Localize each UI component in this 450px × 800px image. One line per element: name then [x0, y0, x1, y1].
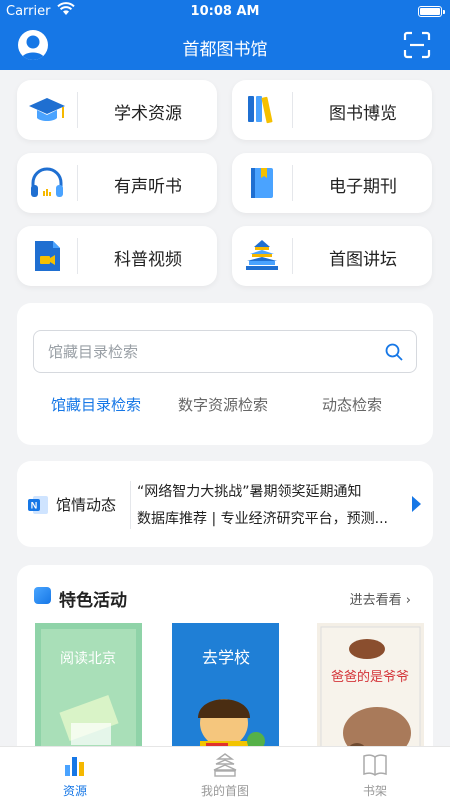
tab-label: 资源	[62, 784, 87, 798]
graduation-cap-icon	[29, 98, 65, 121]
book-title: 去学校	[202, 648, 250, 667]
tab-label: 书架	[362, 784, 387, 798]
tab-bookshelf[interactable]: 书架	[300, 747, 450, 800]
ebook-icon	[251, 168, 273, 198]
resources-chart-icon	[65, 757, 84, 776]
section-title: 特色活动	[59, 591, 127, 611]
see-more-link[interactable]: 进去看看 ›	[350, 589, 411, 608]
news-label: 馆情动态	[56, 496, 117, 514]
next-arrow-icon[interactable]	[412, 496, 421, 512]
academic-resources-card[interactable]: 学术资源	[17, 80, 217, 140]
card-label: 科普视频	[114, 250, 182, 270]
temple-icon	[246, 240, 278, 270]
tab-resources[interactable]: 资源	[0, 747, 150, 800]
library-building-icon	[213, 753, 237, 777]
book-title: 爸爸的是爷爷	[331, 669, 409, 685]
tab-my-library[interactable]: 我的首图	[150, 747, 300, 800]
book-cover[interactable]: 去学校	[172, 623, 279, 765]
tab-catalog-search[interactable]: 馆藏目录检索	[51, 394, 141, 415]
svg-text:N: N	[31, 501, 38, 511]
card-label: 图书博览	[329, 104, 397, 124]
audiobook-card[interactable]: 有声听书	[17, 153, 217, 213]
card-label: 电子期刊	[329, 177, 397, 197]
headphones-icon	[31, 167, 63, 197]
book-cover[interactable]: 阅读北京	[35, 623, 142, 765]
card-label: 有声听书	[114, 177, 182, 197]
search-tabs: 馆藏目录检索 数字资源检索 动态检索	[17, 394, 433, 416]
app-header: Carrier 10:08 AM 首都图书馆	[0, 0, 450, 70]
search-panel: 馆藏目录检索 数字资源检索 动态检索	[17, 303, 433, 445]
news-item[interactable]: “网络智力大挑战”暑期领奖延期通知	[137, 481, 397, 501]
section-badge-icon	[34, 587, 51, 604]
ejournal-card[interactable]: 电子期刊	[232, 153, 432, 213]
page-title: 首都图书馆	[182, 40, 268, 60]
lecture-card[interactable]: 首图讲坛	[232, 226, 432, 286]
video-file-icon	[35, 241, 60, 271]
book-title: 阅读北京	[60, 650, 116, 667]
open-book-icon	[363, 754, 387, 776]
news-icon: N	[28, 496, 48, 514]
search-box	[33, 330, 417, 373]
book-cover[interactable]: 爸爸的是爷爷	[317, 623, 424, 765]
card-label: 首图讲坛	[329, 250, 397, 270]
tab-label: 我的首图	[200, 784, 249, 798]
featured-activities: 特色活动 进去看看 › 阅读北京 去学校 爸爸的是爷爷	[17, 565, 433, 765]
books-icon	[248, 96, 273, 124]
search-icon[interactable]	[384, 342, 404, 362]
search-input[interactable]	[48, 341, 368, 363]
tab-digital-resource-search[interactable]: 数字资源检索	[178, 394, 268, 415]
tab-news-search[interactable]: 动态检索	[322, 394, 382, 415]
bottom-tab-bar: 资源 我的首图 书架	[0, 746, 450, 800]
card-label: 学术资源	[114, 104, 182, 124]
news-item[interactable]: 数据库推荐 | 专业经济研究平台，预测...	[137, 508, 397, 528]
science-video-card[interactable]: 科普视频	[17, 226, 217, 286]
status-time: 10:08 AM	[190, 4, 260, 19]
book-browse-card[interactable]: 图书博览	[232, 80, 432, 140]
battery-icon	[418, 6, 445, 17]
news-panel[interactable]: N 馆情动态 “网络智力大挑战”暑期领奖延期通知 数据库推荐 | 专业经济研究平…	[17, 461, 433, 547]
status-bar: Carrier 10:08 AM	[0, 0, 450, 24]
scan-icon[interactable]	[403, 31, 431, 59]
